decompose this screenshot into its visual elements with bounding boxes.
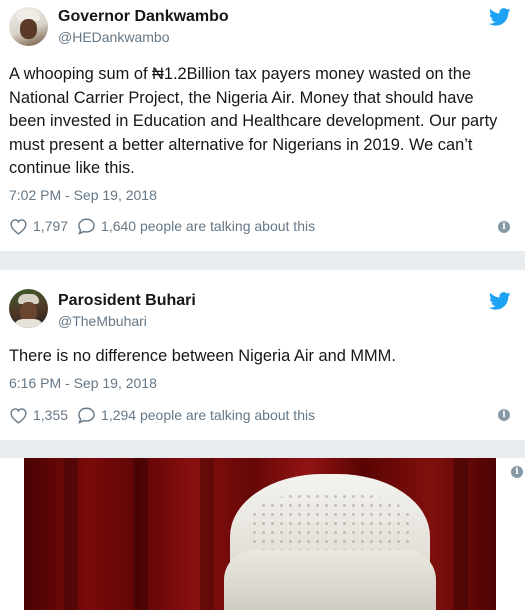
tweet-text: A whooping sum of ₦1.2Billion tax payers…	[9, 65, 498, 177]
avatar-robe	[13, 319, 44, 328]
author-name[interactable]: Governor Dankwambo	[58, 8, 229, 26]
tweet-text: There is no difference between Nigeria A…	[9, 347, 396, 365]
avatar-face	[20, 19, 37, 39]
tweet-actions: 1,355 1,294 people are talking about thi…	[9, 405, 315, 425]
cap-band	[224, 550, 436, 610]
author-name[interactable]: Parosident Buhari	[58, 292, 196, 310]
like-count[interactable]: 1,797	[33, 218, 68, 234]
curtain-fold	[454, 458, 468, 610]
twitter-bird-icon[interactable]	[489, 292, 511, 310]
info-icon[interactable]: i	[511, 466, 523, 478]
speech-bubble-icon[interactable]	[77, 217, 96, 235]
tweet-separator	[0, 440, 525, 458]
avatar[interactable]	[9, 7, 48, 46]
tweet-actions: 1,797 1,640 people are talking about thi…	[9, 216, 315, 236]
twitter-bird-icon[interactable]	[489, 8, 511, 26]
tweet-separator	[0, 251, 525, 270]
curtain-fold	[64, 458, 78, 610]
heart-icon[interactable]	[9, 407, 28, 424]
avatar[interactable]	[9, 289, 48, 328]
talking-count[interactable]: 1,640 people are talking about this	[101, 218, 315, 234]
tweet-timestamp[interactable]: 7:02 PM - Sep 19, 2018	[9, 187, 157, 203]
curtain-fold	[200, 458, 214, 610]
heart-icon[interactable]	[9, 218, 28, 235]
talking-count[interactable]: 1,294 people are talking about this	[101, 407, 315, 423]
news-photo	[24, 458, 496, 610]
curtain-fold	[134, 458, 148, 610]
like-count[interactable]: 1,355	[33, 407, 68, 423]
speech-bubble-icon[interactable]	[77, 406, 96, 424]
cap-pattern	[250, 492, 410, 550]
info-icon[interactable]: i	[498, 409, 510, 421]
author-handle[interactable]: @HEDankwambo	[58, 29, 169, 45]
info-icon[interactable]: i	[498, 221, 510, 233]
author-handle[interactable]: @TheMbuhari	[58, 313, 147, 329]
tweet-timestamp[interactable]: 6:16 PM - Sep 19, 2018	[9, 375, 157, 391]
